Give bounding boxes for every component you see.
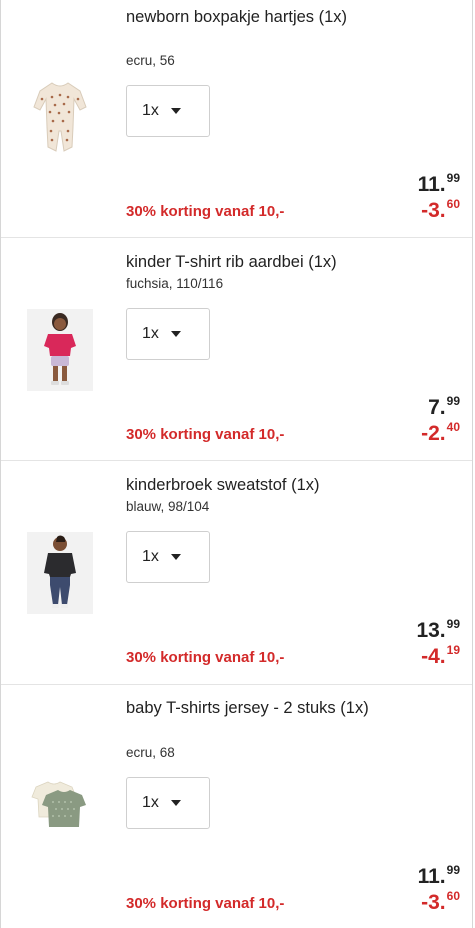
product-variant: ecru, 56 (126, 53, 175, 68)
discount-amount: -4. 19 (421, 643, 460, 669)
product-title[interactable]: kinderbroek sweatstof (1x) (126, 474, 376, 496)
discount-integer: -3. (421, 199, 446, 222)
product-title[interactable]: newborn boxpakje hartjes (1x) (126, 6, 376, 28)
discount-integer: -3. (421, 891, 446, 914)
product-price: 13. 99 (416, 617, 460, 643)
discount-amount: -2. 40 (421, 420, 460, 446)
product-title[interactable]: baby T-shirts jersey - 2 stuks (1x) (126, 697, 376, 719)
product-price: 7. 99 (428, 394, 460, 420)
chevron-down-icon (170, 331, 181, 337)
product-variant: blauw, 98/104 (126, 499, 210, 514)
product-variant: fuchsia, 110/116 (126, 276, 224, 291)
promo-label: 30% korting vanaf 10,- (126, 895, 285, 912)
quantity-select[interactable]: 1x (126, 777, 210, 829)
romper-icon (33, 82, 87, 152)
product-image-pink-tshirt[interactable] (27, 309, 93, 391)
girl-tshirt-icon (44, 313, 76, 385)
discount-decimals: 19 (446, 643, 460, 657)
discount-amount: -3. 60 (421, 197, 460, 223)
price-integer: 11. (417, 865, 446, 888)
cart-item: kinderbroek sweatstof (1x) blauw, 98/104… (1, 460, 472, 685)
product-variant: ecru, 68 (126, 745, 175, 760)
baby-tshirts-icon (31, 781, 86, 827)
price-decimals: 99 (446, 617, 460, 631)
quantity-value: 1x (142, 325, 159, 342)
quantity-select[interactable]: 1x (126, 308, 210, 360)
price-decimals: 99 (446, 394, 460, 408)
boy-sweatpants-icon (44, 535, 76, 608)
chevron-down-icon (170, 800, 181, 806)
cart-item: newborn boxpakje hartjes (1x) ecru, 56 1… (1, 0, 472, 238)
chevron-down-icon (170, 554, 181, 560)
price-decimals: 99 (446, 863, 460, 877)
product-image-romper[interactable] (27, 76, 93, 158)
quantity-value: 1x (142, 102, 159, 119)
chevron-down-icon (170, 108, 181, 114)
discount-decimals: 60 (446, 197, 460, 211)
promo-label: 30% korting vanaf 10,- (126, 649, 285, 666)
product-price: 11. 99 (417, 171, 460, 197)
quantity-select[interactable]: 1x (126, 85, 210, 137)
product-image-baby-tshirts[interactable] (27, 764, 93, 846)
cart-item-list: newborn boxpakje hartjes (1x) ecru, 56 1… (0, 0, 473, 928)
cart-item: kinder T-shirt rib aardbei (1x) fuchsia,… (1, 237, 472, 461)
cart-item: baby T-shirts jersey - 2 stuks (1x) ecru… (1, 684, 472, 928)
product-price: 11. 99 (417, 863, 460, 889)
quantity-value: 1x (142, 548, 159, 565)
product-image-sweatpants[interactable] (27, 532, 93, 614)
discount-integer: -2. (421, 422, 446, 445)
product-title[interactable]: kinder T-shirt rib aardbei (1x) (126, 251, 376, 273)
promo-label: 30% korting vanaf 10,- (126, 426, 285, 443)
quantity-select[interactable]: 1x (126, 531, 210, 583)
discount-decimals: 40 (446, 420, 460, 434)
price-integer: 7. (428, 396, 446, 419)
price-decimals: 99 (446, 171, 460, 185)
price-integer: 13. (416, 619, 446, 642)
quantity-value: 1x (142, 794, 159, 811)
discount-integer: -4. (421, 645, 446, 668)
price-integer: 11. (417, 173, 446, 196)
promo-label: 30% korting vanaf 10,- (126, 203, 285, 220)
discount-decimals: 60 (446, 889, 460, 903)
discount-amount: -3. 60 (421, 889, 460, 915)
